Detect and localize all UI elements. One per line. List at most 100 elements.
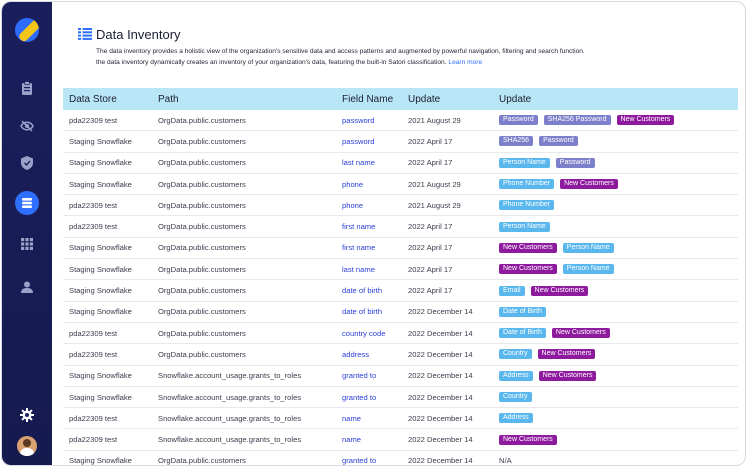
field-name-link[interactable]: date of birth (342, 307, 408, 316)
classification-tag[interactable]: Password (555, 157, 595, 168)
table-row[interactable]: Staging Snowflake OrgData.public.customer… (63, 451, 738, 465)
field-name-link[interactable]: last name (342, 158, 408, 167)
data-store-cell: Staging Snowflake (69, 136, 132, 146)
classification-tag[interactable]: SHA256 (499, 136, 534, 147)
table-row[interactable]: Staging Snowflake OrgData.public.customer… (63, 174, 738, 196)
classification-tag[interactable]: Email (499, 285, 525, 296)
update-date-cell: 2022 April 17 (408, 243, 453, 253)
description-line-2-text: the data inventory dynamically creates a… (96, 59, 447, 66)
field-name-link[interactable]: granted to (342, 456, 408, 465)
table-row[interactable]: Staging Snowflake OrgData.public.customer… (63, 280, 738, 302)
field-name-link[interactable]: name (342, 414, 408, 423)
eye-off-icon[interactable] (17, 116, 37, 136)
clipboard-icon[interactable] (17, 78, 37, 98)
classification-tags: Address New Customers (499, 370, 738, 381)
field-name-link[interactable]: country code (342, 329, 408, 338)
user-icon[interactable] (17, 277, 37, 297)
classification-tag[interactable]: New Customers (560, 179, 618, 190)
path-cell: OrgData.public.customers (158, 179, 246, 189)
classification-tag[interactable]: New Customers (537, 349, 596, 360)
field-name-link[interactable]: phone (342, 180, 408, 189)
path-cell: OrgData.public.customers (158, 200, 246, 210)
field-name-link[interactable]: name (342, 435, 408, 444)
path-cell: OrgData.public.customers (158, 349, 246, 359)
classification-tag[interactable]: Phone Number (499, 179, 555, 190)
classification-tag[interactable]: New Customers (551, 328, 610, 339)
field-name-link[interactable]: first name (342, 243, 408, 252)
gear-icon[interactable] (17, 405, 37, 425)
path-cell: Snowflake.account_usage.grants_to_roles (158, 413, 302, 423)
table-row[interactable]: Staging Snowflake Snowflake.account_usage… (63, 366, 738, 387)
path-cell: OrgData.public.customers (158, 243, 246, 253)
table-row[interactable]: pda22309 test Snowflake.account_usage.gra… (63, 408, 738, 430)
column-header-field-name[interactable]: Field Name (342, 94, 408, 105)
field-name-link[interactable]: address (342, 350, 408, 359)
table-row[interactable]: Staging Snowflake OrgData.public.customer… (63, 131, 738, 153)
table-row[interactable]: pda22309 test Snowflake.account_usage.gra… (63, 429, 738, 451)
table-row[interactable]: pda22309 test OrgData.public.customers pho… (63, 195, 738, 217)
path-cell: OrgData.public.customers (158, 115, 246, 125)
field-name-link[interactable]: first name (342, 222, 408, 231)
data-store-cell: pda22309 test (69, 435, 118, 445)
column-header-data-store[interactable]: Data Store (63, 94, 158, 105)
learn-more-link[interactable]: Learn more (448, 59, 482, 66)
classification-tag[interactable]: New Customers (616, 115, 675, 126)
field-name-link[interactable]: password (342, 116, 408, 125)
classification-tag[interactable]: New Customers (530, 285, 589, 296)
field-name-link[interactable]: last name (342, 265, 408, 274)
table-header: Data Store Path Field Name Update Update (63, 88, 738, 110)
satori-logo[interactable] (15, 18, 39, 42)
column-header-classification[interactable]: Update (499, 94, 738, 105)
shield-icon[interactable] (17, 153, 37, 173)
path-cell: OrgData.public.customers (158, 328, 246, 338)
classification-tags: Phone Number New Customers (499, 179, 738, 190)
data-store-cell: Staging Snowflake (69, 158, 132, 168)
field-name-link[interactable]: date of birth (342, 286, 408, 295)
classification-tag[interactable]: Date of Birth (499, 328, 546, 339)
table-row[interactable]: pda22309 test OrgData.public.customers pas… (63, 110, 738, 132)
path-cell: OrgData.public.customers (158, 264, 246, 274)
update-date-cell: 2022 April 17 (408, 222, 453, 232)
classification-tag[interactable]: Country (499, 349, 532, 360)
data-store-cell: Staging Snowflake (69, 371, 132, 381)
data-store-cell: pda22309 test (69, 115, 118, 125)
database-icon[interactable] (15, 191, 39, 215)
field-name-link[interactable]: password (342, 137, 408, 146)
classification-tags: Address (499, 413, 738, 424)
classification-tag[interactable]: Date of Birth (499, 306, 546, 317)
table-row[interactable]: pda22309 test OrgData.public.customers cou… (63, 323, 738, 345)
classification-tag[interactable]: Person Name (499, 157, 550, 168)
grid-icon[interactable] (17, 234, 37, 254)
classification-tag[interactable]: Person Name (562, 242, 614, 253)
field-name-link[interactable]: granted to (342, 371, 408, 380)
classification-tag[interactable]: New Customers (499, 242, 557, 253)
classification-tag[interactable]: Password (499, 115, 538, 126)
classification-tags: SHA256 Password (499, 136, 738, 147)
classification-tag[interactable]: New Customers (538, 370, 597, 381)
table-row[interactable]: pda22309 test OrgData.public.customers fir… (63, 216, 738, 238)
classification-tag[interactable]: Address (499, 413, 533, 424)
table-row[interactable]: Staging Snowflake OrgData.public.customer… (63, 302, 738, 323)
field-name-link[interactable]: phone (342, 201, 408, 210)
classification-tag[interactable]: Person Name (499, 221, 550, 232)
classification-tag[interactable]: Password (539, 136, 578, 147)
table-row[interactable]: pda22309 test OrgData.public.customers add… (63, 344, 738, 366)
table-row[interactable]: Staging Snowflake OrgData.public.customer… (63, 259, 738, 281)
classification-tag[interactable]: Phone Number (499, 200, 555, 211)
classification-tag[interactable]: New Customers (499, 264, 557, 275)
description-line-1: The data inventory provides a holistic v… (96, 48, 585, 55)
classification-tag[interactable]: New Customers (499, 434, 557, 445)
path-cell: Snowflake.account_usage.grants_to_roles (158, 371, 302, 381)
column-header-update[interactable]: Update (408, 94, 499, 105)
table-row[interactable]: Staging Snowflake Snowflake.account_usage… (63, 387, 738, 409)
classification-tag[interactable]: Person Name (562, 264, 614, 275)
table-row[interactable]: Staging Snowflake OrgData.public.customer… (63, 153, 738, 174)
classification-tag[interactable]: Address (499, 370, 533, 381)
column-header-path[interactable]: Path (158, 94, 342, 105)
classification-tag[interactable]: Country (499, 392, 532, 402)
path-cell: Snowflake.account_usage.grants_to_roles (158, 435, 302, 445)
field-name-link[interactable]: granted to (342, 393, 408, 402)
classification-tag[interactable]: SHA256 Password (543, 115, 611, 126)
table-row[interactable]: Staging Snowflake OrgData.public.customer… (63, 238, 738, 260)
user-avatar[interactable] (17, 436, 37, 456)
